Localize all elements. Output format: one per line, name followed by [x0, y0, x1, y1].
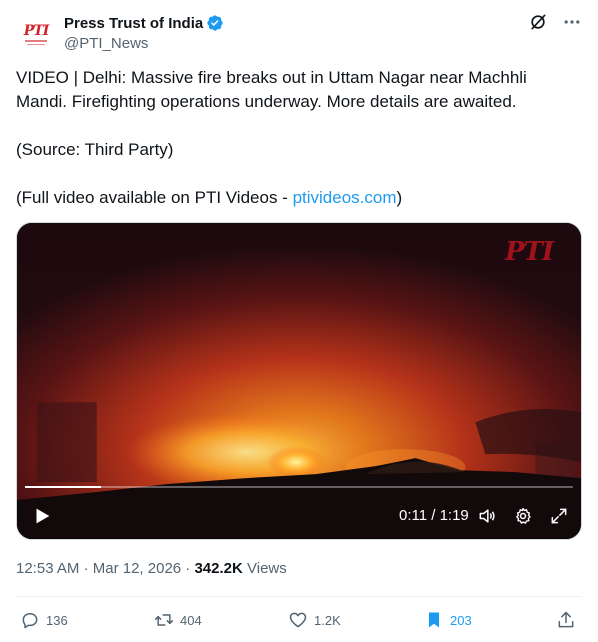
reply-icon	[22, 613, 38, 629]
meta-separator: ·	[181, 560, 195, 577]
tweet-text-link-line: (Full video available on PTI Videos - pt…	[16, 186, 582, 210]
tweet-actions: 136 404 1.2K 203	[16, 608, 582, 632]
video-controls: 0:11 / 1:19	[17, 495, 581, 539]
share-icon	[558, 611, 574, 628]
tweet-text: VIDEO | Delhi: Massive fire breaks out i…	[16, 66, 582, 210]
video-watermark: PTI	[504, 237, 554, 267]
header-actions	[528, 12, 582, 32]
settings-icon[interactable]	[513, 506, 533, 526]
link-suffix: )	[396, 188, 403, 207]
play-icon[interactable]	[31, 505, 53, 527]
tweet-time[interactable]: 12:53 AM	[16, 560, 79, 577]
repost-icon	[154, 614, 174, 626]
video-time: 0:11 / 1:19	[399, 507, 469, 524]
views-count: 342.2K	[194, 560, 243, 577]
like-button[interactable]: 1.2K	[288, 608, 341, 632]
author-handle[interactable]: @PTI_News	[64, 35, 224, 52]
tweet-text-main: VIDEO | Delhi: Massive fire breaks out i…	[16, 68, 527, 111]
share-button[interactable]	[556, 608, 576, 632]
avatar-logo-rule-small	[27, 43, 45, 45]
more-options-button[interactable]	[562, 12, 582, 32]
reply-button[interactable]: 136	[20, 608, 68, 632]
video-player[interactable]: PTI 0:11 / 1:19	[16, 222, 582, 540]
repost-count: 404	[180, 612, 202, 628]
avatar-logo-rule	[25, 39, 47, 42]
grok-button[interactable]	[528, 12, 548, 32]
tweet-date[interactable]: Mar 12, 2026	[93, 560, 181, 577]
volume-icon[interactable]	[477, 506, 497, 526]
tweet-text-source: (Source: Third Party)	[16, 140, 174, 159]
video-frame	[17, 223, 581, 539]
like-icon	[289, 612, 307, 628]
divider	[16, 596, 582, 597]
ptivideos-link[interactable]: ptivideos.com	[293, 188, 397, 207]
link-prefix: (Full video available on PTI Videos -	[16, 188, 293, 207]
tweet-meta: 12:53 AM · Mar 12, 2026 · 342.2K Views	[16, 560, 287, 577]
views-label: Views	[242, 560, 287, 577]
display-name[interactable]: Press Trust of India	[64, 15, 203, 32]
tweet-header: PTI Press Trust of India @PTI_News	[16, 12, 582, 56]
meta-separator: ·	[79, 560, 93, 577]
video-progress-fill	[25, 486, 102, 488]
repost-button[interactable]: 404	[154, 608, 202, 632]
bookmark-icon	[429, 612, 439, 628]
bookmark-count: 203	[450, 612, 472, 628]
more-icon	[564, 20, 580, 24]
grok-icon	[531, 14, 546, 30]
avatar-logo: PTI	[23, 22, 49, 39]
fullscreen-icon[interactable]	[549, 506, 569, 526]
avatar[interactable]: PTI	[16, 14, 56, 54]
author-info: Press Trust of India @PTI_News	[64, 12, 224, 52]
video-progress-bar[interactable]	[25, 486, 573, 488]
like-count: 1.2K	[314, 612, 341, 628]
reply-count: 136	[46, 612, 68, 628]
bookmark-button[interactable]: 203	[424, 608, 472, 632]
verified-badge-icon	[207, 15, 223, 31]
